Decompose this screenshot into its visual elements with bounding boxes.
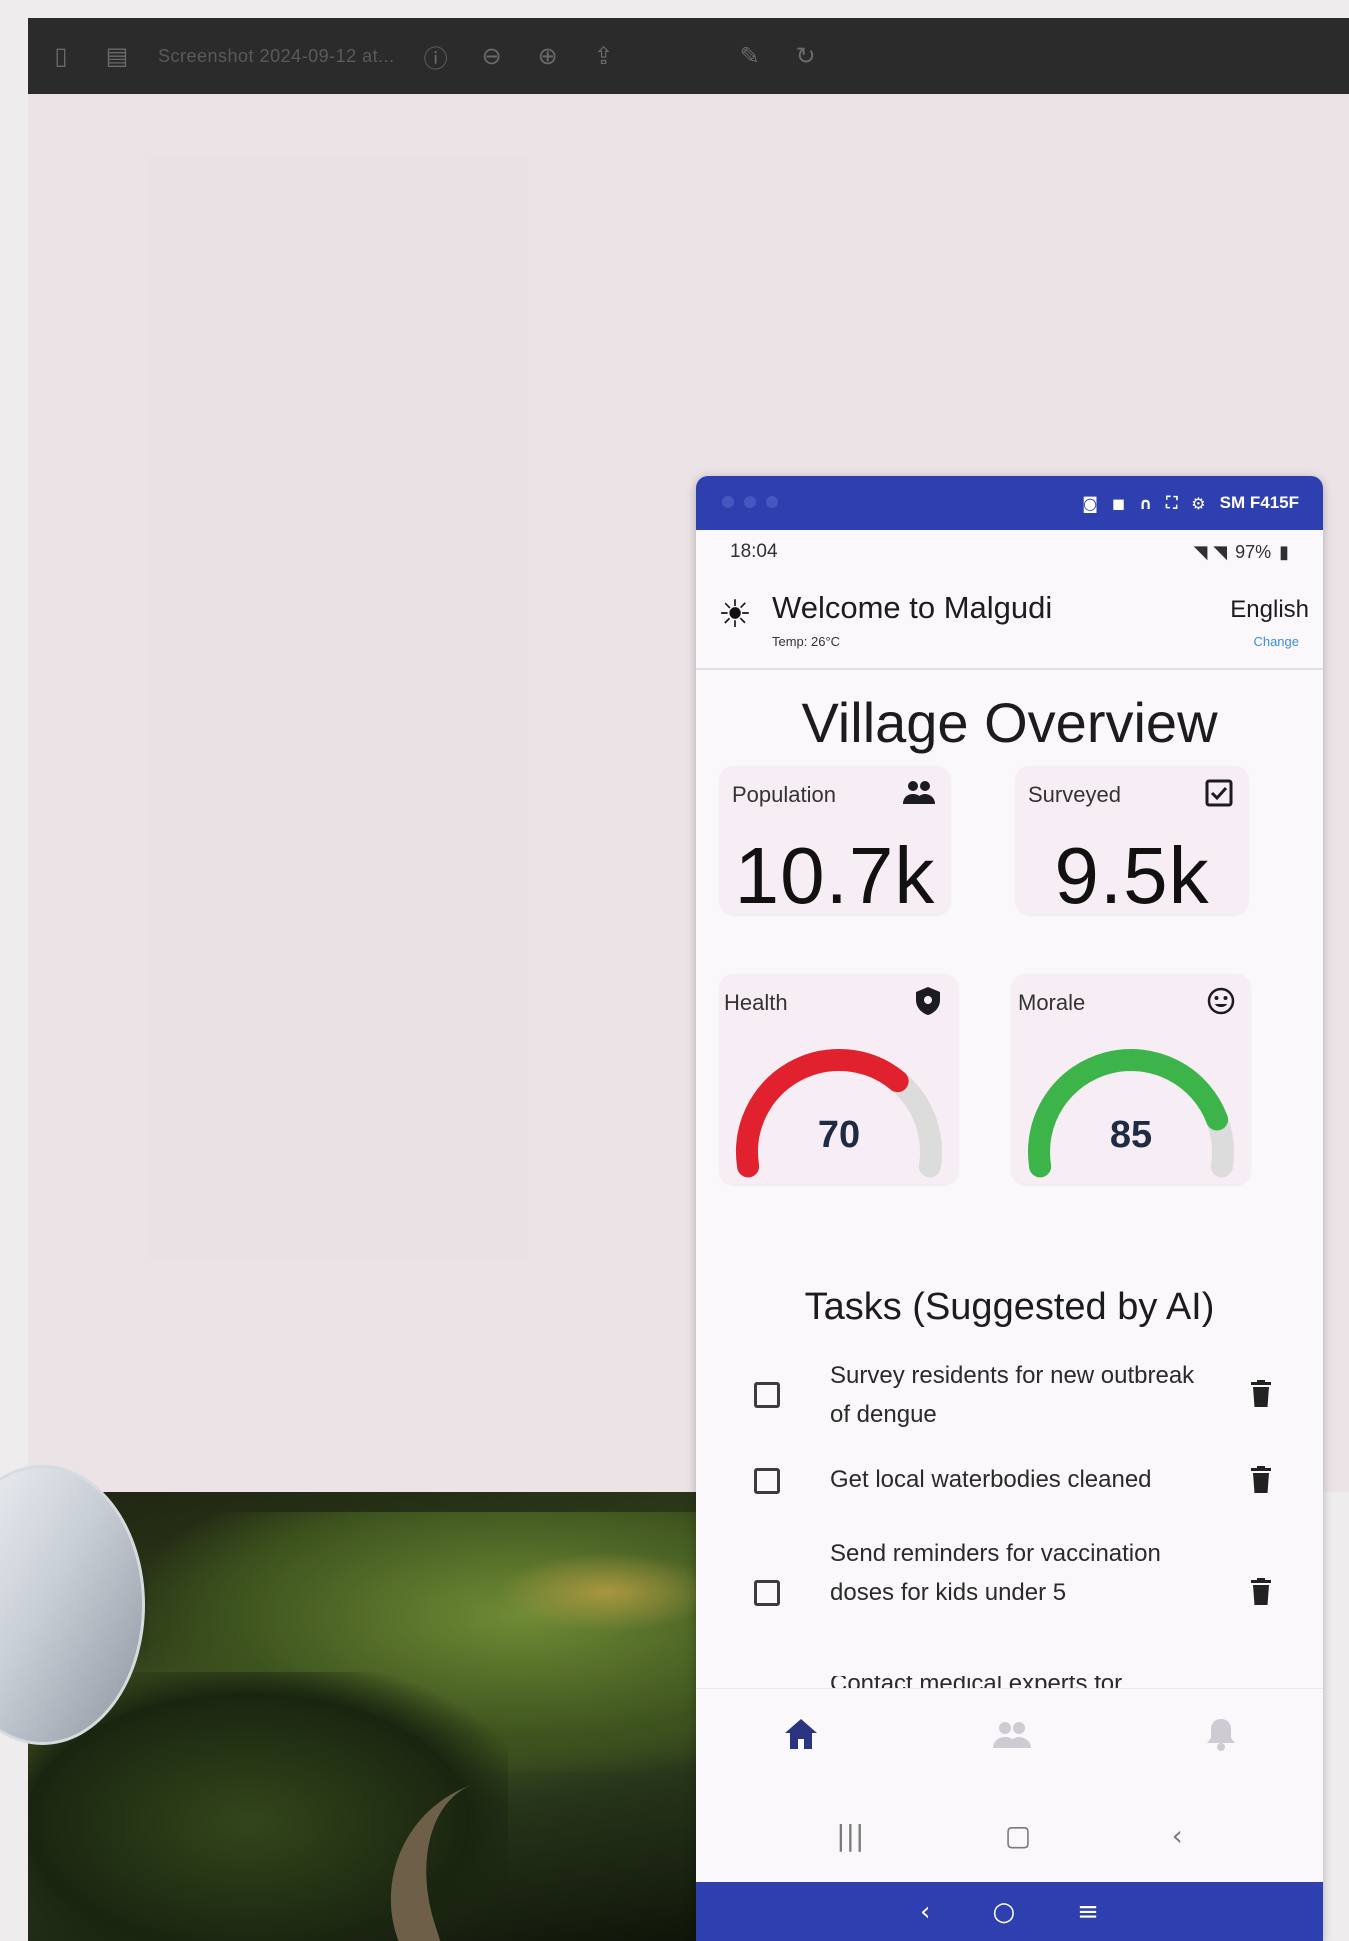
mac-toolbar: ▯ ▤ Screenshot 2024-09-12 at... ⓘ ⊖ ⊕ ⇪ … [28, 18, 1349, 94]
info-icon[interactable]: ⓘ [421, 39, 451, 74]
task-item: Get local waterbodies cleaned [696, 1460, 1323, 1504]
markup-icon[interactable]: ✎ [735, 42, 765, 70]
task-item: Send reminders for vaccination doses for… [696, 1534, 1323, 1654]
health-label: Health [724, 990, 788, 1015]
sun-icon: ☀ [718, 592, 753, 636]
delete-task-icon[interactable] [1251, 1380, 1271, 1408]
mirror-title-bar: ◙ ◼ ∩ ⛶ ⚙ SM F415F [696, 476, 1323, 530]
morale-card[interactable]: Morale 85 [1012, 974, 1250, 1184]
task-checkbox[interactable] [754, 1468, 780, 1494]
task-item: Survey residents for new outbreak of den… [696, 1354, 1323, 1438]
morale-label: Morale [1018, 990, 1086, 1015]
zoom-in-icon[interactable]: ⊕ [533, 42, 563, 70]
zoom-out-icon[interactable]: ⊖ [477, 42, 507, 70]
camera-icon[interactable]: ◙ [1082, 494, 1098, 513]
recent-apps-icon[interactable]: ||| [836, 1819, 864, 1852]
smiley-icon [1206, 986, 1236, 1023]
surveyed-value: 9.5k [1054, 831, 1210, 920]
document-title: Screenshot 2024-09-12 at... [158, 45, 395, 66]
home-icon[interactable] [783, 1717, 819, 1760]
sidebar-toggle-icon[interactable]: ▯ [46, 42, 76, 70]
signal-icon: ◥ ◥ [1193, 541, 1228, 563]
device-name: SM F415F [1219, 493, 1299, 512]
people-icon[interactable] [993, 1719, 1032, 1759]
population-label: Population [732, 782, 836, 807]
bottom-navigation [696, 1688, 1323, 1788]
task-text: Survey residents for new outbreak of den… [830, 1362, 1195, 1428]
checkbox-icon [1204, 778, 1234, 815]
bell-icon[interactable] [1206, 1717, 1236, 1760]
settings-icon[interactable]: ⚙ [1191, 494, 1205, 513]
mirror-back-icon[interactable]: ‹ [920, 1897, 930, 1927]
task-checkbox[interactable] [754, 1382, 780, 1408]
welcome-title: Welcome to Malgudi [772, 590, 1053, 625]
status-time: 18:04 [730, 541, 778, 562]
morale-gauge [1028, 1049, 1234, 1178]
battery-level: 97% [1235, 541, 1272, 562]
task-text: Send reminders for vaccination doses for… [830, 1540, 1161, 1606]
delete-task-icon[interactable] [1251, 1578, 1271, 1606]
fullscreen-icon[interactable]: ⛶ [1166, 493, 1177, 513]
mirror-menu-icon[interactable]: ≡ [1077, 1897, 1099, 1927]
task-text: Get local waterbodies cleaned [830, 1466, 1152, 1493]
android-status-bar: 18:04 ◥ ◥ 97% ▮ [696, 530, 1323, 574]
mirror-home-icon[interactable]: ○ [992, 1897, 1015, 1927]
headphones-icon[interactable]: ∩ [1139, 494, 1152, 513]
view-menu-icon[interactable]: ▤ [102, 42, 132, 70]
page-title: Village Overview [801, 691, 1218, 754]
morale-value: 85 [1109, 1114, 1153, 1156]
health-card[interactable]: Health 70 [720, 974, 958, 1184]
population-value: 10.7k [734, 831, 936, 920]
battery-icon: ▮ [1279, 541, 1289, 563]
share-icon[interactable]: ⇪ [589, 42, 619, 70]
tasks-title: Tasks (Suggested by AI) [804, 1286, 1215, 1328]
language-label: English [1230, 596, 1309, 623]
document-canvas [148, 158, 528, 1258]
back-icon[interactable]: ‹ [1172, 1819, 1183, 1852]
phone-mirror-window: ◙ ◼ ∩ ⛶ ⚙ SM F415F 18:04 ◥ ◥ 97% ▮ ☀ Wel… [696, 476, 1323, 1941]
home-button-icon[interactable]: ▢ [1005, 1819, 1031, 1852]
mirror-control-bar: ‹ ○ ≡ [696, 1882, 1323, 1941]
task-checkbox[interactable] [754, 1580, 780, 1606]
delete-task-icon[interactable] [1251, 1466, 1271, 1494]
surveyed-label: Surveyed [1028, 782, 1121, 807]
people-icon [902, 778, 936, 813]
android-navigation-bar: ||| ▢ ‹ [696, 1788, 1323, 1882]
record-icon[interactable]: ◼ [1112, 494, 1125, 513]
population-card[interactable]: Population 10.7k [720, 766, 950, 920]
window-controls[interactable] [722, 496, 778, 508]
health-gauge [736, 1049, 942, 1178]
shield-icon [914, 986, 942, 1023]
app-header: ☀ Welcome to Malgudi Temp: 26°C English … [696, 574, 1323, 670]
change-language-link[interactable]: Change [1253, 634, 1299, 649]
health-value: 70 [817, 1114, 861, 1156]
rotate-icon[interactable]: ↻ [791, 42, 821, 70]
surveyed-card[interactable]: Surveyed 9.5k [1016, 766, 1248, 920]
temperature-label: Temp: 26°C [772, 634, 841, 649]
